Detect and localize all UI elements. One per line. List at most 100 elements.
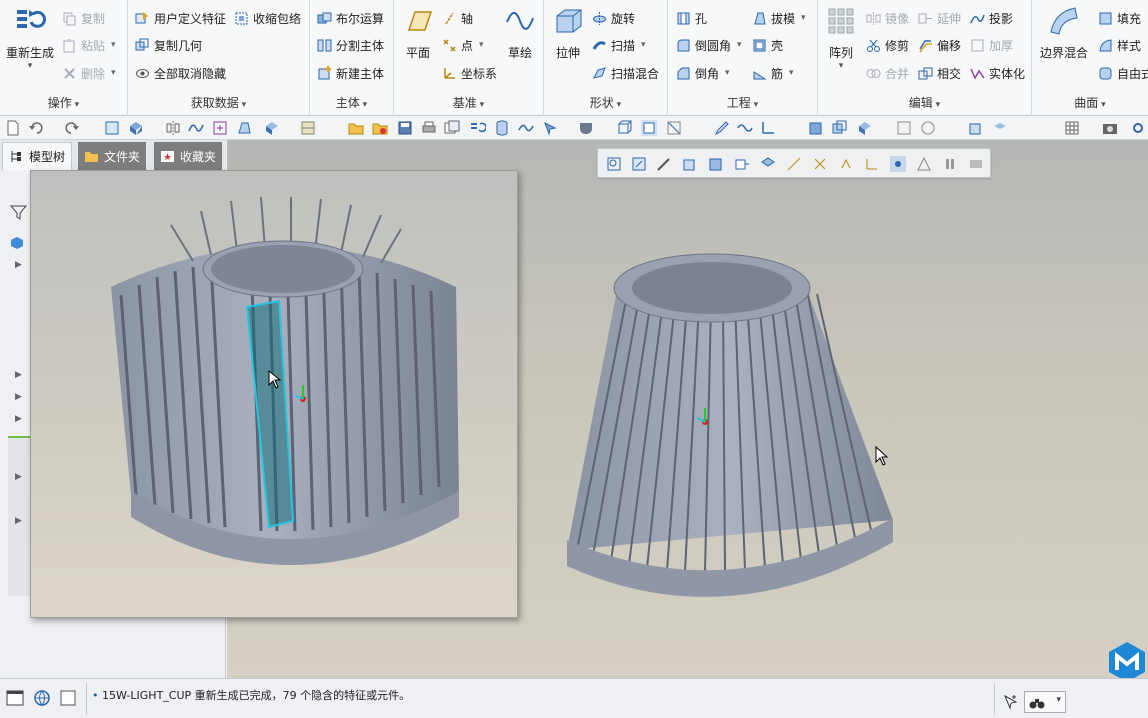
- merge-button[interactable]: 合并: [866, 63, 909, 83]
- save-copy-icon[interactable]: [212, 120, 228, 136]
- round-button[interactable]: 倒圆角: [676, 35, 742, 55]
- new-icon[interactable]: [5, 120, 21, 136]
- annotation-display-icon[interactable]: [890, 156, 906, 172]
- full-screen-icon[interactable]: [59, 689, 77, 707]
- group-label-editing[interactable]: 编辑: [818, 94, 1031, 111]
- tab-folder[interactable]: 文件夹: [78, 142, 147, 170]
- axis-display-icon[interactable]: [812, 156, 828, 172]
- open-icon[interactable]: [372, 120, 388, 136]
- tree-expand-arrow[interactable]: ▶: [15, 516, 22, 526]
- save-icon[interactable]: [397, 120, 413, 136]
- shaded-icon[interactable]: [681, 156, 697, 172]
- tree-expand-arrow[interactable]: ▶: [15, 370, 22, 380]
- group-label-surfaces[interactable]: 曲面: [1032, 94, 1148, 111]
- solid-icon[interactable]: [808, 120, 824, 136]
- axis-button[interactable]: 轴: [442, 8, 473, 28]
- spline-icon[interactable]: [737, 120, 753, 136]
- group-label-shapes[interactable]: 形状: [544, 94, 667, 111]
- mirror-tool-icon[interactable]: [165, 120, 181, 136]
- snapshot-icon[interactable]: [920, 120, 936, 136]
- boolean-button[interactable]: 布尔运算: [317, 8, 384, 28]
- point-button[interactable]: 点: [442, 35, 484, 55]
- perspective-icon[interactable]: [992, 120, 1008, 136]
- camera-icon[interactable]: [1102, 120, 1118, 136]
- chamfer-button[interactable]: 倒角: [676, 63, 730, 83]
- extend-button[interactable]: 延伸: [918, 8, 961, 28]
- pattern-button[interactable]: 阵列 ▾: [813, 4, 869, 71]
- copy-geometry-button[interactable]: 复制几何: [135, 35, 202, 55]
- point-display-icon[interactable]: [838, 156, 854, 172]
- udf-button[interactable]: 用户定义特征: [135, 8, 226, 28]
- shell-button[interactable]: 壳: [752, 35, 783, 55]
- duplicate-icon[interactable]: [832, 120, 848, 136]
- thicken-button[interactable]: 加厚: [970, 35, 1013, 55]
- new-body-button[interactable]: 新建主体: [317, 63, 384, 83]
- appearance-icon[interactable]: [578, 120, 594, 136]
- intersect-button[interactable]: 相交: [918, 63, 961, 83]
- shrinkwrap-button[interactable]: 收缩包络: [234, 8, 301, 28]
- settings-icon[interactable]: [1130, 120, 1146, 136]
- group-label-engineering[interactable]: 工程: [668, 94, 817, 111]
- grid-icon[interactable]: [1064, 120, 1080, 136]
- preview-window[interactable]: [30, 170, 518, 618]
- view-manager-icon[interactable]: [734, 156, 750, 172]
- view-cube-icon[interactable]: [617, 120, 633, 136]
- offset-button[interactable]: 偏移: [918, 35, 961, 55]
- csys-display-icon[interactable]: [864, 156, 880, 172]
- revolve-button[interactable]: 旋转: [592, 8, 635, 28]
- view-active-icon[interactable]: [641, 120, 657, 136]
- trim-button[interactable]: 修剪: [866, 35, 909, 55]
- print-icon[interactable]: [421, 120, 437, 136]
- project-button[interactable]: 投影: [970, 8, 1013, 28]
- selection-filter-icon[interactable]: [1002, 693, 1020, 711]
- window-icon[interactable]: [444, 120, 460, 136]
- regenerate-button[interactable]: 重新生成 ▾: [2, 4, 58, 71]
- group-label-datum[interactable]: 基准: [394, 94, 543, 111]
- layer-icon[interactable]: [300, 120, 316, 136]
- rib-button[interactable]: 筋: [752, 63, 794, 83]
- group-label-get-data[interactable]: 获取数据: [128, 94, 309, 111]
- pen-icon[interactable]: [714, 120, 730, 136]
- filter-icon[interactable]: [10, 204, 27, 221]
- style-button[interactable]: 样式: [1098, 35, 1141, 55]
- tree-expand-arrow[interactable]: ▶: [15, 414, 22, 424]
- split-body-button[interactable]: 分割主体: [317, 35, 384, 55]
- tree-expand-arrow[interactable]: ▶: [15, 392, 22, 402]
- plane-display-icon[interactable]: [786, 156, 802, 172]
- pause-icon[interactable]: [942, 156, 958, 172]
- solidify-button[interactable]: 实体化: [970, 63, 1025, 83]
- extrude-button[interactable]: 拉伸: [540, 4, 596, 61]
- repaint-icon[interactable]: [656, 156, 672, 172]
- curve-tool-icon[interactable]: [188, 120, 204, 136]
- paste-button[interactable]: 粘贴: [62, 35, 116, 55]
- group-label-body[interactable]: 主体: [310, 94, 393, 111]
- copy-button[interactable]: 复制: [62, 8, 105, 28]
- select-box-icon[interactable]: [104, 120, 120, 136]
- regenerate-small-icon[interactable]: [470, 120, 486, 136]
- browser-icon[interactable]: [33, 689, 51, 707]
- mirror-button[interactable]: 镜像: [866, 8, 909, 28]
- zoom-in-icon[interactable]: [631, 156, 647, 172]
- open-folder-icon[interactable]: [348, 120, 364, 136]
- unhide-all-button[interactable]: 全部取消隐藏: [135, 63, 226, 83]
- coord-icon[interactable]: [760, 120, 776, 136]
- spin-center-icon[interactable]: [916, 156, 932, 172]
- plane-button[interactable]: 平面: [390, 4, 446, 61]
- arrow-tool-icon[interactable]: [542, 120, 558, 136]
- tab-favorites[interactable]: 收藏夹: [154, 142, 223, 170]
- hole-button[interactable]: 孔: [676, 8, 707, 28]
- shade-icon[interactable]: [968, 120, 984, 136]
- freestyle-button[interactable]: 自由式: [1098, 63, 1148, 83]
- zoom-fit-icon[interactable]: [606, 156, 622, 172]
- tree-expand-arrow[interactable]: ▶: [15, 472, 22, 482]
- fill-button[interactable]: 填充: [1098, 8, 1141, 28]
- undo-icon[interactable]: [28, 120, 44, 136]
- sweep-button[interactable]: 扫描: [592, 35, 646, 55]
- tab-model-tree[interactable]: 模型树: [2, 142, 73, 170]
- sketch-small-icon[interactable]: [518, 120, 534, 136]
- cylindrical-heatsink-model[interactable]: [101, 195, 471, 595]
- tapered-heatsink-model[interactable]: [557, 250, 907, 630]
- redo-icon[interactable]: [64, 120, 80, 136]
- status-window-icon[interactable]: [6, 689, 24, 707]
- group-label-operations[interactable]: 操作: [0, 94, 127, 111]
